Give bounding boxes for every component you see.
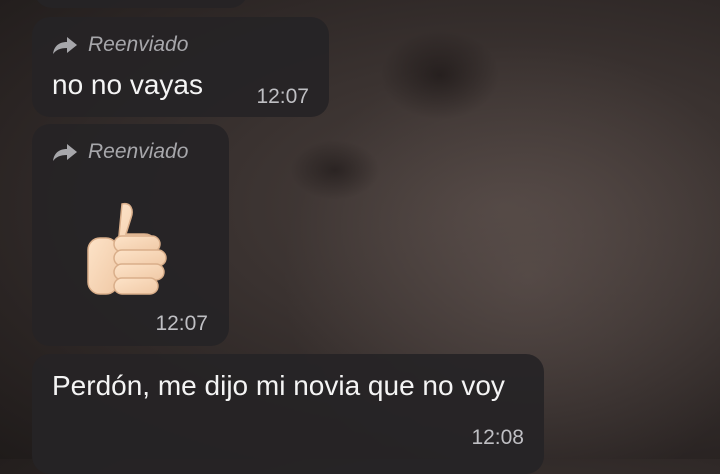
message-bubble[interactable]: Perdón, me dijo mi novia que no voy 12:0… [32,354,544,474]
message-bubble[interactable]: Reenviado no no vayas 12:07 [32,17,329,117]
previous-message-bubble[interactable] [34,0,248,8]
forwarded-label: Reenviado [88,140,189,163]
message-bubble[interactable]: Reenviado 12:07 [32,124,229,346]
forwarded-header: Reenviado [52,33,188,57]
forward-arrow-icon [53,37,77,54]
message-time: 12:07 [256,85,309,108]
thumbs-up-icon [87,202,167,295]
forwarded-header: Reenviado [52,140,188,164]
forward-arrow-icon [53,144,77,161]
background-shadow [380,30,500,120]
background-shadow [290,140,380,200]
message-time: 12:08 [471,426,524,449]
forwarded-label: Reenviado [88,33,189,56]
message-text: no no vayas [52,69,203,100]
message-text: Perdón, me dijo mi novia que no voy [52,370,505,401]
message-time: 12:07 [155,312,208,335]
